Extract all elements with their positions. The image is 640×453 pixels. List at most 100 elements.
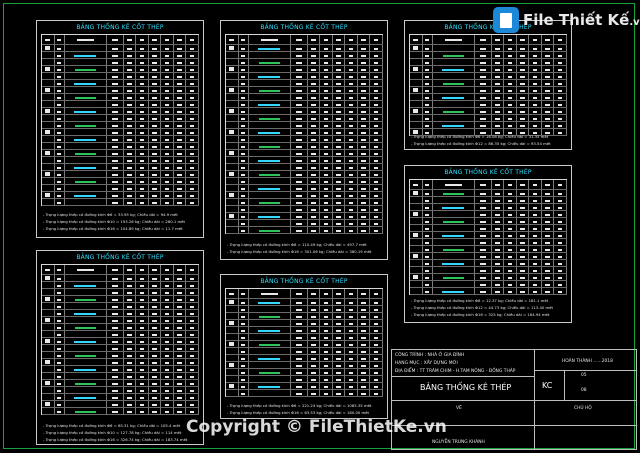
table-cell [42,59,55,65]
table-cell [542,197,555,203]
table-cell [249,369,291,375]
table-cell [186,94,199,100]
table-cell [504,267,517,273]
table-cell [42,359,55,365]
table-cell [249,320,291,326]
table-cell [65,101,107,107]
table-cell [107,373,124,379]
table-cell [529,59,542,65]
table-cell [320,164,333,170]
table-row [410,267,567,274]
table-cell [308,164,321,170]
table-cell [107,380,124,386]
table-grid [225,34,383,234]
table-cell [107,317,124,323]
table-cell [42,265,55,274]
table-cell [542,260,555,266]
table-cell [345,73,358,79]
table-cell [186,87,199,93]
table-cell [136,331,149,337]
table-cell [433,260,475,266]
table-cell [475,66,492,72]
table-cell [517,45,530,51]
table-cell [136,129,149,135]
table-row [42,408,199,415]
table-cell [55,324,65,330]
table-cell [249,192,291,198]
table-cell [239,355,249,361]
table-cell [291,185,308,191]
table-cell [136,394,149,400]
table-cell [345,348,358,354]
table-cell [124,115,137,121]
table-cell [423,52,433,58]
table-cell [239,143,249,149]
table-cell [410,281,423,287]
table-cell [226,199,239,205]
table-cell [333,320,346,326]
table-cell [333,355,346,361]
table-cell [554,66,567,72]
table-cell [55,199,65,205]
table-cell [226,327,239,333]
table-cell [65,366,107,372]
table-cell [504,73,517,79]
table-cell [239,348,249,354]
table-cell [55,185,65,191]
table-cell [433,59,475,65]
table-cell [124,401,137,407]
table-cell [55,331,65,337]
table-cell [42,303,55,309]
table-cell [504,225,517,231]
table-row [42,101,199,108]
table-cell [174,143,187,149]
table-cell [433,87,475,93]
table-cell [65,185,107,191]
table-cell [239,362,249,368]
table-cell [529,225,542,231]
table-cell [291,136,308,142]
table-cell [124,296,137,302]
table-cell [161,45,174,51]
table-cell [107,289,124,295]
table-cell [333,192,346,198]
table-row [42,185,199,192]
table-cell [492,180,505,189]
table-cell [107,296,124,302]
table-cell [492,94,505,100]
table-cell [358,220,371,226]
table-cell [107,164,124,170]
table-cell [529,180,542,189]
table-cell [345,376,358,382]
table-cell [517,204,530,210]
table-cell [358,115,371,121]
table-cell [370,355,383,361]
table-cell [42,157,55,163]
table-cell [149,265,162,274]
table-cell [320,362,333,368]
table-cell [517,239,530,245]
table-cell [249,341,291,347]
table-cell [370,390,383,396]
table-cell [423,197,433,203]
table-cell [174,338,187,344]
table-cell [174,94,187,100]
table-cell [504,45,517,51]
table-cell [542,108,555,114]
table-cell [433,45,475,51]
table-cell [504,281,517,287]
table-cell [410,274,423,280]
table-cell [239,129,249,135]
table-grid [41,264,199,415]
table-cell [358,369,371,375]
table-cell [308,115,321,121]
table-cell [186,143,199,149]
table-cell [55,387,65,393]
table-cell [42,108,55,114]
table-cell [55,345,65,351]
table-cell [174,265,187,274]
note-line: - Trọng lượng thép có đường kính Φ16 = 6… [227,410,370,415]
table-cell [291,101,308,107]
table-cell [42,87,55,93]
table-cell [308,192,321,198]
